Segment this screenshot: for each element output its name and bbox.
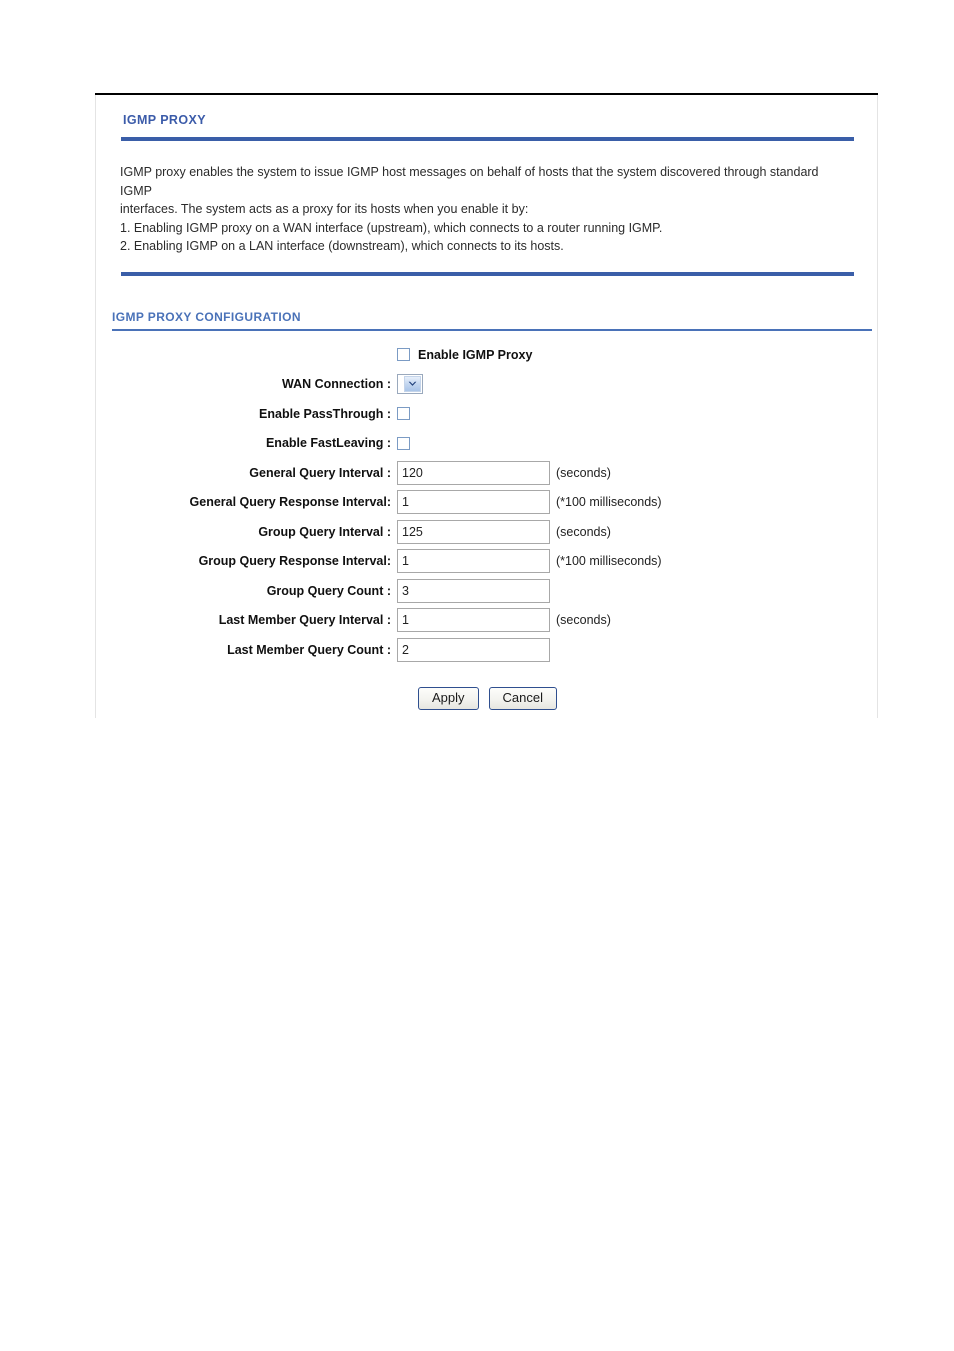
checkbox-unchecked-icon-enable-fastleaving[interactable] <box>397 436 410 450</box>
group-query-response-interval-unit: (*100 milliseconds) <box>556 554 662 569</box>
wan-connection-control <box>397 374 423 395</box>
row-enable-fastleaving: Enable FastLeaving : <box>96 429 879 459</box>
last-member-query-interval-unit: (seconds) <box>556 613 611 628</box>
enable-passthrough-control <box>397 407 410 421</box>
group-query-count-label: Group Query Count : <box>266 583 391 598</box>
intro-line-1: IGMP proxy enables the system to issue I… <box>120 165 819 198</box>
row-group-query-count: Group Query Count : <box>96 576 879 606</box>
group-query-interval-unit: (seconds) <box>556 524 611 539</box>
config-heading: IGMP PROXY CONFIGURATION <box>112 310 301 324</box>
intro-item-2: 2. Enabling IGMP on a LAN interface (dow… <box>120 239 564 253</box>
wan-connection-label: WAN Connection : <box>281 377 391 392</box>
group-query-interval-label: Group Query Interval : <box>258 524 391 539</box>
general-query-response-interval-control: (*100 milliseconds) <box>397 490 662 515</box>
last-member-query-interval-input[interactable] <box>397 608 550 633</box>
chevron-down-icon[interactable] <box>404 376 421 393</box>
general-query-response-interval-input[interactable] <box>397 490 550 515</box>
enable-fastleaving-label: Enable FastLeaving : <box>265 436 391 451</box>
section-divider-top <box>121 137 854 141</box>
last-member-query-interval-control: (seconds) <box>397 608 611 633</box>
wan-connection-select[interactable] <box>397 374 423 395</box>
group-query-interval-input[interactable] <box>397 519 550 544</box>
enable-fastleaving-control <box>397 436 410 450</box>
enable-igmp-proxy-control: Enable IGMP Proxy <box>397 348 532 362</box>
page-title: IGMP PROXY <box>123 113 206 127</box>
row-wan-connection: WAN Connection : <box>96 370 879 400</box>
cancel-button[interactable]: Cancel <box>488 687 557 710</box>
intro-line-2: interfaces. The system acts as a proxy f… <box>120 202 529 216</box>
last-member-query-count-input[interactable] <box>397 637 550 662</box>
row-enable-passthrough: Enable PassThrough : <box>96 399 879 429</box>
row-last-member-query-interval: Last Member Query Interval : (seconds) <box>96 606 879 636</box>
row-general-query-interval: General Query Interval : (seconds) <box>96 458 879 488</box>
general-query-interval-label: General Query Interval : <box>249 465 391 480</box>
group-query-count-input[interactable] <box>397 578 550 603</box>
igmp-proxy-form: Enable IGMP Proxy WAN Connection : Enabl… <box>96 340 879 665</box>
form-actions: Apply Cancel <box>96 687 879 710</box>
row-group-query-response-interval: Group Query Response Interval: (*100 mil… <box>96 547 879 577</box>
igmp-proxy-panel: IGMP PROXY IGMP proxy enables the system… <box>95 95 878 718</box>
group-query-response-interval-label: Group Query Response Interval: <box>198 554 391 569</box>
group-query-count-control <box>397 578 556 603</box>
enable-igmp-proxy-label: Enable IGMP Proxy <box>418 347 533 362</box>
group-query-response-interval-control: (*100 milliseconds) <box>397 549 662 574</box>
group-query-interval-control: (seconds) <box>397 519 611 544</box>
checkbox-unchecked-icon-enable-passthrough[interactable] <box>397 407 410 421</box>
checkbox-unchecked-icon-enable-igmp-proxy[interactable] <box>397 348 410 362</box>
general-query-interval-input[interactable] <box>397 460 550 485</box>
group-query-response-interval-input[interactable] <box>397 549 550 574</box>
row-group-query-interval: Group Query Interval : (seconds) <box>96 517 879 547</box>
intro-item-1: 1. Enabling IGMP proxy on a WAN interfac… <box>120 220 663 235</box>
intro-description: IGMP proxy enables the system to issue I… <box>120 163 850 256</box>
general-query-response-interval-label: General Query Response Interval: <box>189 495 391 510</box>
enable-passthrough-label: Enable PassThrough : <box>259 406 391 421</box>
config-heading-rule <box>112 329 872 331</box>
last-member-query-count-control <box>397 637 556 662</box>
last-member-query-interval-label: Last Member Query Interval : <box>218 613 391 628</box>
general-query-interval-unit: (seconds) <box>556 465 611 480</box>
row-last-member-query-count: Last Member Query Count : <box>96 635 879 665</box>
apply-button[interactable]: Apply <box>418 687 479 710</box>
general-query-interval-control: (seconds) <box>397 460 611 485</box>
row-general-query-response-interval: General Query Response Interval: (*100 m… <box>96 488 879 518</box>
row-enable-igmp-proxy: Enable IGMP Proxy <box>96 340 879 370</box>
section-divider-bottom <box>121 272 854 276</box>
general-query-response-interval-unit: (*100 milliseconds) <box>556 495 662 510</box>
last-member-query-count-label: Last Member Query Count : <box>227 642 391 657</box>
